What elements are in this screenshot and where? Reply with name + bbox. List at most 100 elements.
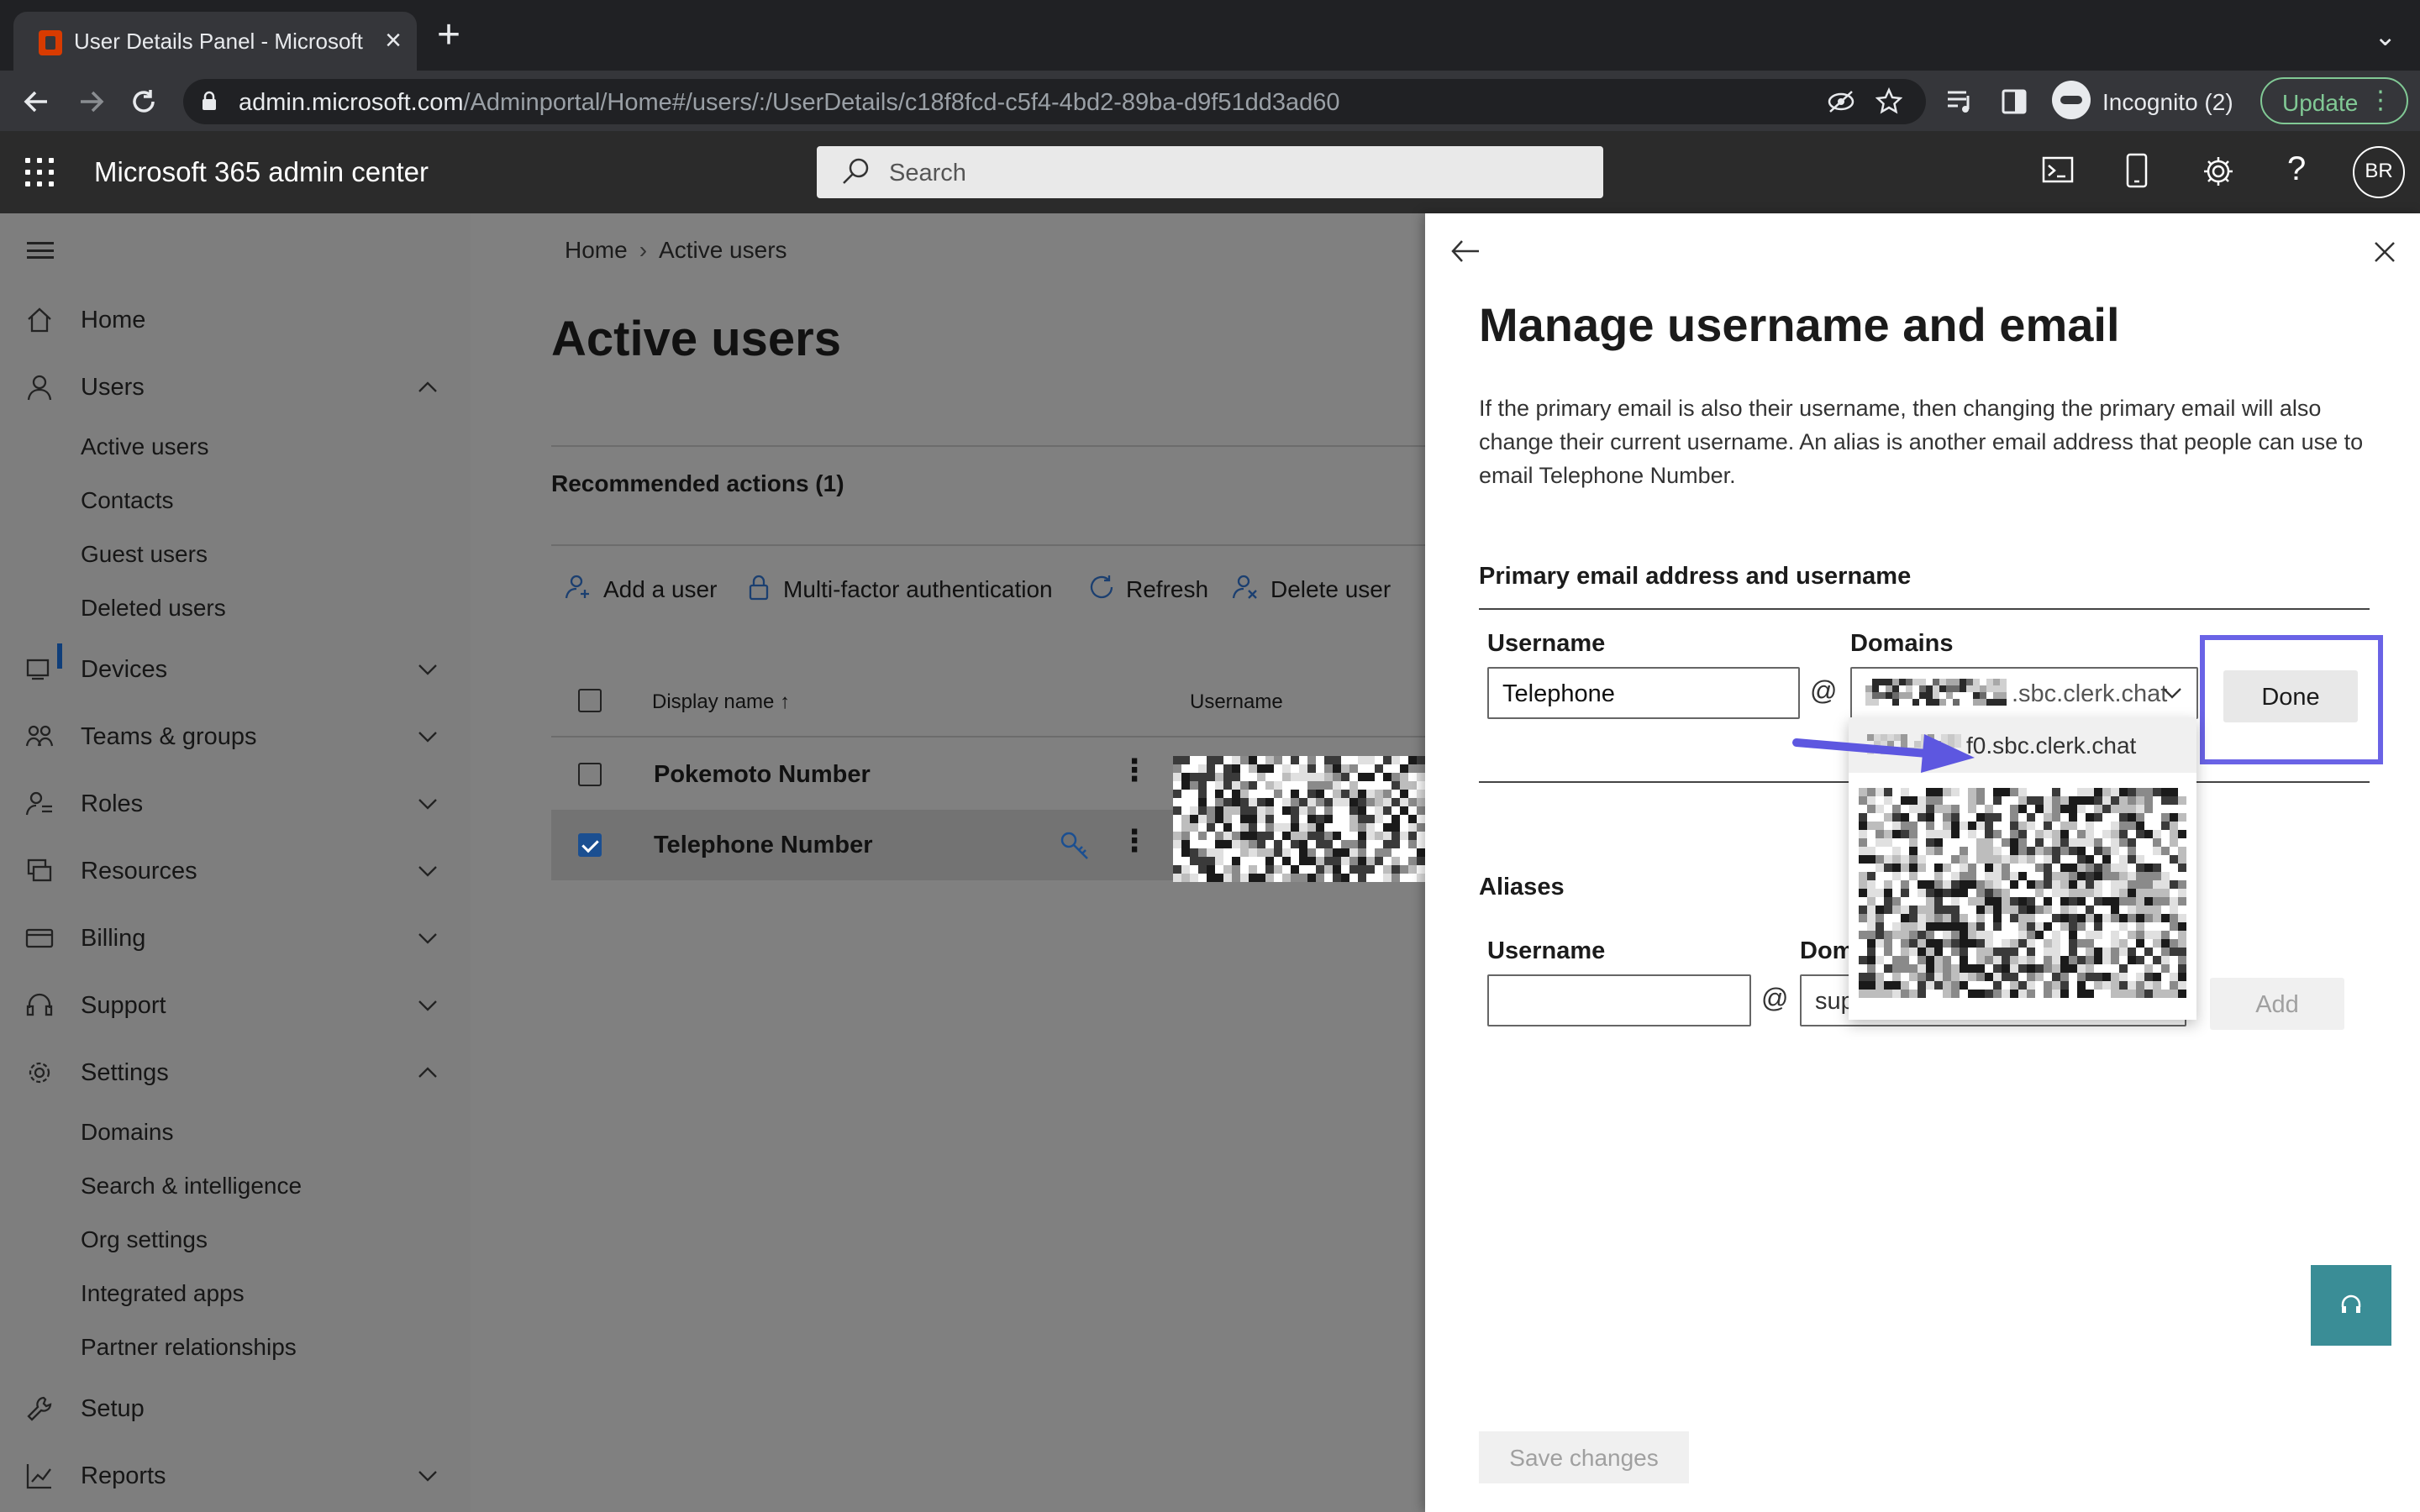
save-changes-button[interactable]: Save changes [1479, 1431, 1689, 1483]
star-icon[interactable] [1876, 87, 1902, 114]
sidebar-item-active-users[interactable]: Active users [81, 433, 209, 460]
row-display-name[interactable]: Telephone Number [654, 832, 873, 859]
update-button[interactable]: Update ⋮ [2260, 77, 2408, 124]
sidebar-item-org-settings[interactable]: Org settings [81, 1226, 208, 1253]
sidebar-item-contacts[interactable]: Contacts [81, 487, 174, 514]
recommended-actions[interactable]: Recommended actions (1) [551, 470, 844, 497]
breadcrumb-home[interactable]: Home [565, 237, 628, 263]
new-tab-icon[interactable]: + [437, 15, 460, 55]
chevron-down-icon [418, 799, 437, 810]
sidebar-item-label: Home [81, 307, 146, 333]
refresh-label: Refresh [1126, 576, 1209, 602]
chevron-down-icon [418, 732, 437, 743]
add-alias-button[interactable]: Add [2210, 978, 2344, 1030]
chevron-down-icon [418, 1000, 437, 1011]
avatar[interactable]: BR [2353, 146, 2405, 198]
sidebar-item-settings[interactable]: Settings [0, 1047, 471, 1097]
help-icon[interactable]: ? [2287, 150, 2306, 188]
row-checkbox[interactable] [578, 833, 602, 857]
breadcrumb-active-users[interactable]: Active users [659, 237, 787, 263]
row-checkbox[interactable] [578, 763, 602, 786]
browser-toolbar: admin.microsoft.com/Adminportal/Home#/us… [0, 71, 2420, 131]
redacted-domain-options[interactable] [1859, 788, 2186, 1001]
sidebar-item-reports[interactable]: Reports [0, 1450, 471, 1500]
username-value: Telephone [1502, 680, 1615, 707]
sidebar-item-roles[interactable]: Roles [0, 778, 471, 828]
help-chat-button[interactable] [2311, 1265, 2391, 1346]
mfa-button[interactable]: Multi-factor authentication [744, 568, 1097, 610]
sidebar-item-label: Roles [81, 790, 144, 817]
billing-icon [25, 928, 54, 948]
sidebar-item-search-intelligence[interactable]: Search & intelligence [81, 1173, 302, 1200]
at-symbol: @ [1810, 675, 1838, 706]
key-icon[interactable] [1059, 830, 1091, 862]
close-icon[interactable] [2373, 240, 2396, 264]
breadcrumb: Home › Active users [565, 237, 787, 264]
sidebar-item-integrated-apps[interactable]: Integrated apps [81, 1280, 245, 1307]
column-username[interactable]: Username [1190, 690, 1283, 714]
reload-icon[interactable] [129, 87, 158, 116]
browser-tab-bar: User Details Panel - Microsoft × + ⌄ [0, 0, 2420, 71]
more-vertical-icon[interactable]: ⋮ [1119, 823, 1150, 858]
sidebar-item-domains[interactable]: Domains [81, 1119, 173, 1146]
column-display-name[interactable]: Display name ↑ [652, 690, 790, 714]
terminal-icon[interactable] [2042, 156, 2074, 185]
app-header: Microsoft 365 admin center Search ? BR [0, 131, 2420, 213]
tab-search-chevron-icon[interactable]: ⌄ [2374, 20, 2396, 52]
delete-user-button[interactable]: Delete user [1232, 568, 1417, 610]
row-display-name[interactable]: Pokemoto Number [654, 761, 871, 789]
domains-dropdown[interactable]: .sbc.clerk.chat [1850, 667, 2198, 719]
back-arrow-icon[interactable] [22, 87, 50, 116]
chevron-down-icon [418, 933, 437, 944]
sidebar-item-billing[interactable]: Billing [0, 912, 471, 963]
add-user-button[interactable]: Add a user [565, 568, 750, 610]
sidebar-item-home[interactable]: Home [0, 294, 471, 344]
redacted-username-block [1173, 756, 1425, 885]
sidebar-item-support[interactable]: Support [0, 979, 471, 1030]
back-arrow-icon[interactable] [1450, 239, 1481, 264]
alias-username-label: Username [1487, 937, 1606, 964]
incognito-label: Incognito (2) [2102, 89, 2233, 115]
headset-icon [2341, 1294, 2361, 1313]
eye-slash-icon[interactable] [1827, 89, 1855, 114]
sidebar-item-teams-groups[interactable]: Teams & groups [0, 711, 471, 761]
side-panel-icon[interactable] [2002, 89, 2027, 114]
wrench-icon [27, 1396, 52, 1421]
lock-icon [203, 91, 216, 110]
more-vertical-icon[interactable]: ⋮ [1119, 753, 1150, 788]
sidebar-item-devices[interactable]: Devices [0, 643, 471, 694]
manage-username-panel: Manage username and email If the primary… [1425, 213, 2420, 1512]
sidebar-item-partner-relationships[interactable]: Partner relationships [81, 1334, 297, 1361]
sidebar-item-deleted-users[interactable]: Deleted users [81, 595, 226, 622]
address-bar[interactable]: admin.microsoft.com/Adminportal/Home#/us… [183, 79, 1926, 124]
username-input[interactable]: Telephone [1487, 667, 1800, 719]
settings-gear-icon[interactable] [2202, 155, 2235, 188]
mobile-icon[interactable] [2126, 153, 2148, 188]
sidebar-item-label: Support [81, 992, 166, 1019]
browser-tab[interactable]: User Details Panel - Microsoft × [13, 12, 417, 71]
reading-list-icon[interactable] [1946, 89, 1975, 114]
incognito-indicator[interactable]: Incognito (2) [2052, 79, 2240, 123]
domain-value-suffix: .sbc.clerk.chat [2012, 680, 2168, 707]
chevron-down-icon [2163, 688, 2181, 699]
select-all-checkbox[interactable] [578, 689, 602, 712]
sidebar-item-setup[interactable]: Setup [0, 1383, 471, 1433]
tab-close-icon[interactable]: × [385, 24, 402, 57]
divider [551, 544, 1425, 546]
sidebar-item-guest-users[interactable]: Guest users [81, 541, 208, 568]
refresh-button[interactable]: Refresh [1087, 568, 1222, 610]
chevron-down-icon [418, 664, 437, 675]
divider [1479, 608, 2370, 610]
sidebar-item-users[interactable]: Users [0, 361, 471, 412]
forward-arrow-icon[interactable] [77, 87, 106, 116]
hamburger-menu-icon[interactable] [27, 242, 54, 259]
alias-username-input[interactable] [1487, 974, 1751, 1026]
done-button[interactable]: Done [2223, 670, 2358, 722]
alias-domains-label: Dom [1800, 937, 1854, 964]
app-launcher-icon[interactable] [25, 158, 54, 186]
sidebar-item-resources[interactable]: Resources [0, 845, 471, 895]
redacted-domain-prefix [1865, 679, 2007, 709]
tab-title: User Details Panel - Microsoft [74, 29, 363, 54]
search-input[interactable]: Search [817, 146, 1603, 198]
mfa-label: Multi-factor authentication [783, 576, 1053, 602]
